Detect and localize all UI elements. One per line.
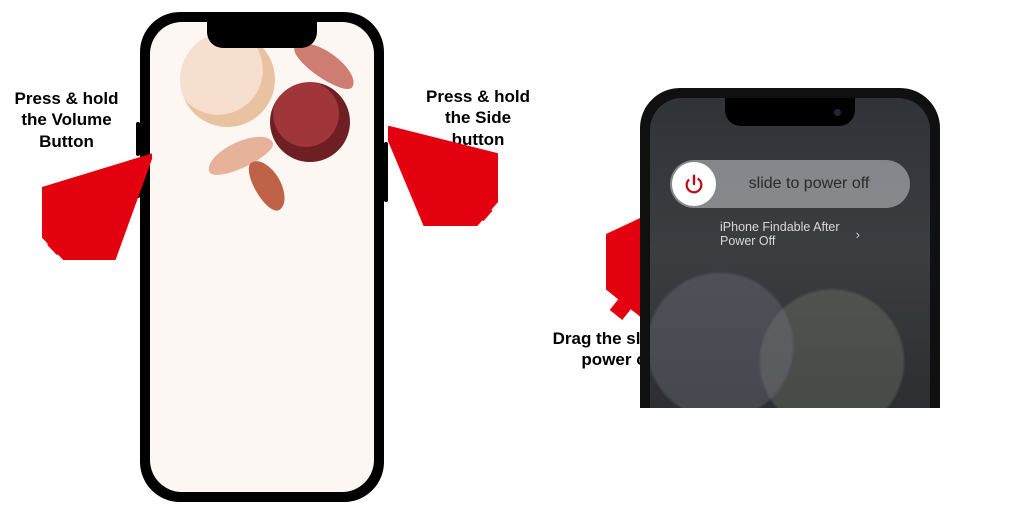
annotation-side: Press & hold the Side button: [418, 86, 538, 150]
volume-up-button[interactable]: [136, 122, 140, 156]
side-button[interactable]: [384, 142, 388, 202]
phone-left-screen: [150, 22, 374, 492]
chevron-right-icon: ›: [856, 227, 860, 242]
power-off-knob[interactable]: [672, 162, 716, 206]
wallpaper-flower: [270, 82, 350, 162]
power-off-label: slide to power off: [718, 175, 910, 193]
phone-right: slide to power off iPhone Findable After…: [640, 88, 940, 408]
power-icon: [683, 173, 705, 195]
power-off-slider[interactable]: slide to power off: [670, 160, 910, 208]
power-off-screen: slide to power off iPhone Findable After…: [650, 98, 930, 408]
volume-down-button[interactable]: [136, 164, 140, 198]
findable-label: iPhone Findable After Power Off: [720, 220, 852, 248]
phone-left: [140, 12, 384, 502]
camera-dot-icon: [834, 109, 841, 116]
notch: [725, 98, 855, 126]
notch: [207, 22, 317, 48]
wallpaper-leaf: [242, 155, 292, 216]
annotation-volume: Press & hold the Volume Button: [4, 88, 129, 152]
findable-link[interactable]: iPhone Findable After Power Off ›: [720, 220, 860, 248]
